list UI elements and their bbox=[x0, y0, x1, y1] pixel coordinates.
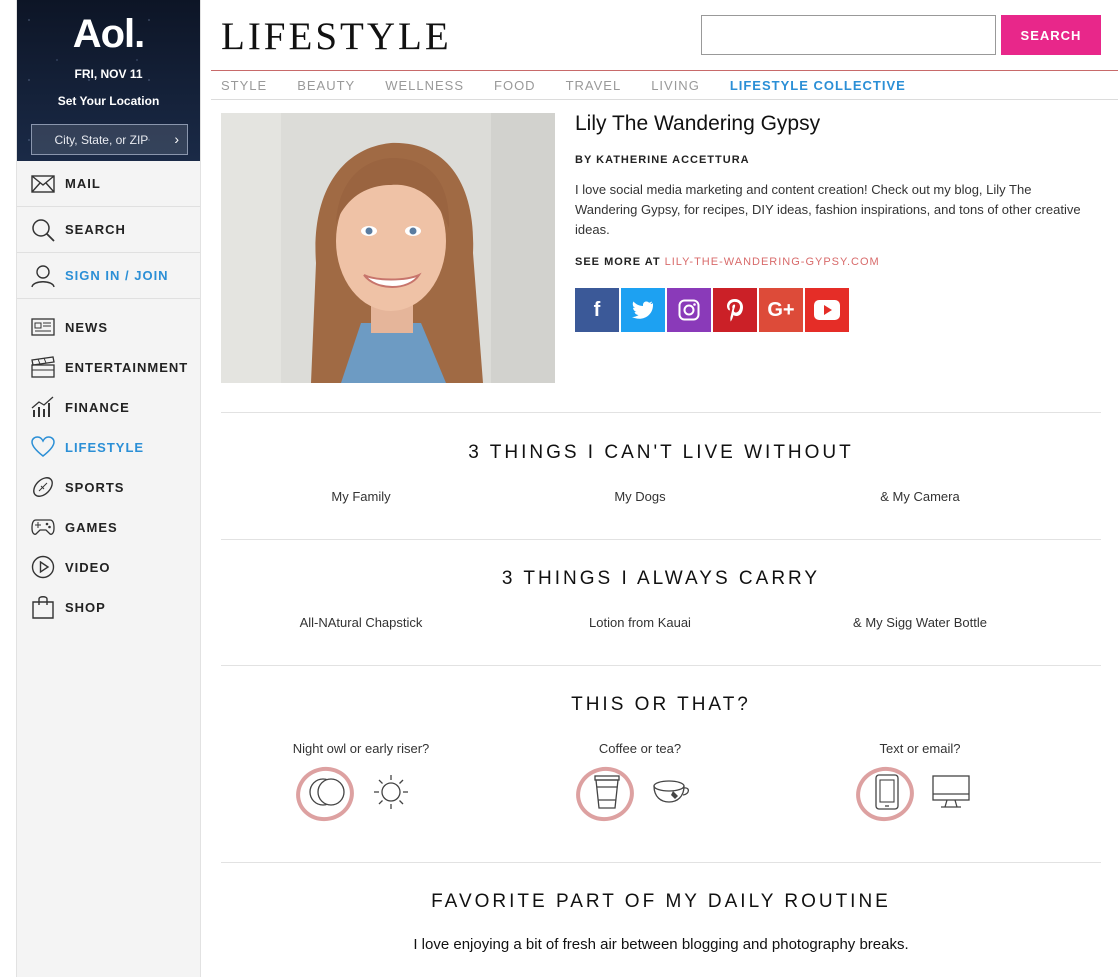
list-item: Lotion from Kauai bbox=[589, 615, 691, 630]
teacup-icon bbox=[651, 777, 691, 812]
choice-coffee[interactable] bbox=[571, 761, 642, 827]
tab-lifestyle-collective[interactable]: LIFESTYLE COLLECTIVE bbox=[730, 78, 906, 93]
youtube-icon[interactable] bbox=[805, 288, 849, 332]
search-button[interactable]: SEARCH bbox=[1001, 15, 1101, 55]
tab-travel[interactable]: TRAVEL bbox=[566, 78, 622, 93]
twitter-icon[interactable] bbox=[621, 288, 665, 332]
list-item: My Family bbox=[331, 489, 391, 504]
mail-icon bbox=[31, 172, 55, 196]
sidebar: Aol. FRI, NOV 11 Set Your Location › MAI… bbox=[16, 0, 201, 977]
choice-text[interactable] bbox=[851, 761, 922, 827]
sidebar-item-finance[interactable]: FINANCE bbox=[17, 387, 200, 427]
sidebar-item-entertainment[interactable]: ENTERTAINMENT bbox=[17, 347, 200, 387]
routine-text: I love enjoying a bit of fresh air betwe… bbox=[413, 936, 909, 953]
blog-link[interactable]: LILY-THE-WANDERING-GYPSY.COM bbox=[665, 256, 880, 268]
sidebar-item-label: SIGN IN / JOIN bbox=[65, 268, 169, 283]
tab-style[interactable]: STYLE bbox=[221, 78, 267, 93]
choice-email[interactable] bbox=[916, 766, 986, 822]
location-prompt: Set Your Location bbox=[57, 94, 160, 108]
search-input[interactable] bbox=[701, 15, 996, 55]
sidebar-item-label: SHOP bbox=[65, 599, 106, 615]
sidebar-item-video[interactable]: VIDEO bbox=[17, 547, 200, 587]
sidebar-item-label: MAIL bbox=[65, 176, 101, 191]
list-item: My Dogs bbox=[614, 489, 666, 504]
sidebar-item-games[interactable]: GAMES bbox=[17, 507, 200, 547]
sidebar-item-label: LIFESTYLE bbox=[65, 439, 145, 455]
computer-icon bbox=[931, 774, 971, 815]
sun-icon bbox=[372, 773, 410, 816]
play-icon bbox=[31, 555, 55, 579]
sidebar-item-mail[interactable]: MAIL bbox=[17, 161, 200, 207]
instagram-icon[interactable] bbox=[667, 288, 711, 332]
see-more-label: SEE MORE AT bbox=[575, 256, 661, 268]
google-plus-icon[interactable]: G+ bbox=[759, 288, 803, 332]
gamepad-icon bbox=[31, 515, 55, 539]
tab-beauty[interactable]: BEAUTY bbox=[297, 78, 355, 93]
sidebar-item-label: VIDEO bbox=[65, 559, 111, 575]
question-label: Text or email? bbox=[879, 741, 961, 756]
choice-tea[interactable] bbox=[636, 766, 706, 822]
sidebar-item-news[interactable]: NEWS bbox=[17, 307, 200, 347]
divider bbox=[221, 539, 1101, 540]
sidebar-top-nav: MAIL SEARCH SIGN IN / JOIN bbox=[17, 161, 200, 299]
question-label: Night owl or early riser? bbox=[292, 741, 430, 756]
tab-living[interactable]: LIVING bbox=[651, 78, 700, 93]
clapperboard-icon bbox=[31, 355, 55, 379]
sidebar-item-label: ENTERTAINMENT bbox=[65, 359, 189, 375]
shopping-bag-icon bbox=[31, 595, 55, 619]
sidebar-main-nav: NEWS ENTERTAINMENT FINANCE LIFESTYLE SPO… bbox=[17, 299, 200, 627]
choice-early-riser[interactable] bbox=[356, 766, 426, 822]
section-title: FAVORITE PART OF MY DAILY ROUTINE bbox=[431, 891, 891, 912]
chart-icon bbox=[31, 395, 55, 419]
divider bbox=[221, 862, 1101, 863]
question-label: Coffee or tea? bbox=[598, 741, 682, 756]
lifestyle-logo[interactable]: LIFESTYLE bbox=[221, 14, 452, 59]
football-icon bbox=[31, 475, 55, 499]
sidebar-item-label: GAMES bbox=[65, 519, 118, 535]
divider bbox=[221, 412, 1101, 413]
sidebar-item-sports[interactable]: SPORTS bbox=[17, 467, 200, 507]
chevron-right-icon[interactable]: › bbox=[174, 131, 179, 147]
sidebar-item-label: SEARCH bbox=[65, 222, 126, 237]
selected-circle bbox=[851, 761, 919, 827]
choice-night-owl[interactable] bbox=[291, 761, 362, 827]
sidebar-item-label: SPORTS bbox=[65, 479, 125, 495]
current-date: FRI, NOV 11 bbox=[74, 67, 143, 81]
profile-photo bbox=[221, 113, 555, 383]
tab-food[interactable]: FOOD bbox=[494, 78, 536, 93]
selected-circle bbox=[291, 761, 359, 827]
facebook-icon[interactable]: f bbox=[575, 288, 619, 332]
sidebar-item-search[interactable]: SEARCH bbox=[17, 207, 200, 253]
see-more: SEE MORE AT LILY-THE-WANDERING-GYPSY.COM bbox=[575, 256, 880, 268]
selected-circle bbox=[571, 761, 639, 827]
list-item: & My Camera bbox=[880, 489, 960, 504]
profile-bio: I love social media marketing and conten… bbox=[575, 182, 1081, 237]
search-icon bbox=[31, 218, 55, 242]
aol-logo[interactable]: Aol. bbox=[17, 12, 200, 57]
sidebar-item-label: NEWS bbox=[65, 319, 108, 335]
news-icon bbox=[31, 315, 55, 339]
pinterest-icon[interactable] bbox=[713, 288, 757, 332]
list-item: All-NAtural Chapstick bbox=[299, 615, 423, 630]
tab-wellness[interactable]: WELLNESS bbox=[385, 78, 464, 93]
location-field: › bbox=[31, 124, 188, 155]
sidebar-item-label: FINANCE bbox=[65, 399, 130, 415]
section-title: 3 THINGS I ALWAYS CARRY bbox=[501, 568, 821, 589]
profile-name: Lily The Wandering Gypsy bbox=[575, 112, 821, 135]
aol-brand-panel: Aol. FRI, NOV 11 Set Your Location › bbox=[17, 0, 200, 161]
section-title: THIS OR THAT? bbox=[571, 694, 751, 715]
divider bbox=[221, 665, 1101, 666]
category-nav: STYLE BEAUTY WELLNESS FOOD TRAVEL LIVING… bbox=[211, 70, 1118, 100]
sidebar-item-shop[interactable]: SHOP bbox=[17, 587, 200, 627]
heart-icon bbox=[31, 435, 55, 459]
user-icon bbox=[31, 264, 55, 288]
sidebar-item-lifestyle[interactable]: LIFESTYLE bbox=[17, 427, 200, 467]
sidebar-item-sign-in[interactable]: SIGN IN / JOIN bbox=[17, 253, 200, 299]
social-links: f G+ bbox=[575, 288, 849, 332]
section-title: 3 THINGS I CAN'T LIVE WITHOUT bbox=[468, 442, 854, 463]
profile-byline: BY KATHERINE ACCETTURA bbox=[575, 154, 750, 166]
location-input[interactable] bbox=[44, 125, 175, 154]
list-item: & My Sigg Water Bottle bbox=[853, 615, 987, 630]
